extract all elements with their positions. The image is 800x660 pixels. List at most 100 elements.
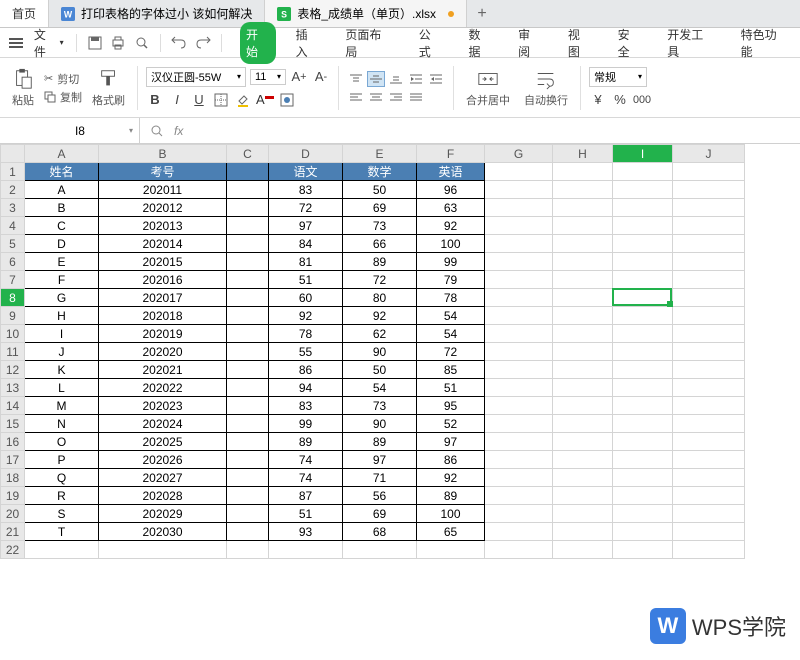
- cell-B9[interactable]: 202018: [99, 307, 227, 325]
- row-header-16[interactable]: 16: [1, 433, 25, 451]
- cell-I14[interactable]: [613, 397, 673, 415]
- cell-E21[interactable]: 68: [343, 523, 417, 541]
- cell-E10[interactable]: 62: [343, 325, 417, 343]
- menu-tab-4[interactable]: 数据: [462, 22, 498, 64]
- cell-J2[interactable]: [673, 181, 745, 199]
- cell-F13[interactable]: 51: [417, 379, 485, 397]
- cell-C19[interactable]: [227, 487, 269, 505]
- wrap-text-button[interactable]: 自动换行: [520, 68, 572, 108]
- row-header-21[interactable]: 21: [1, 523, 25, 541]
- menu-tab-3[interactable]: 公式: [413, 22, 449, 64]
- cell-H9[interactable]: [553, 307, 613, 325]
- italic-button[interactable]: I: [168, 91, 186, 109]
- cell-B12[interactable]: 202021: [99, 361, 227, 379]
- cell-D21[interactable]: 93: [269, 523, 343, 541]
- cell-G16[interactable]: [485, 433, 553, 451]
- cell-J10[interactable]: [673, 325, 745, 343]
- cell-D13[interactable]: 94: [269, 379, 343, 397]
- cell-G20[interactable]: [485, 505, 553, 523]
- cell-H21[interactable]: [553, 523, 613, 541]
- cell-C15[interactable]: [227, 415, 269, 433]
- row-header-8[interactable]: 8: [1, 289, 25, 307]
- cell-F11[interactable]: 72: [417, 343, 485, 361]
- cell-F6[interactable]: 99: [417, 253, 485, 271]
- cell-I17[interactable]: [613, 451, 673, 469]
- cell-F15[interactable]: 52: [417, 415, 485, 433]
- col-header-A[interactable]: A: [25, 145, 99, 163]
- row-header-22[interactable]: 22: [1, 541, 25, 559]
- cell-C3[interactable]: [227, 199, 269, 217]
- cell-A4[interactable]: C: [25, 217, 99, 235]
- align-right-button[interactable]: [387, 89, 405, 105]
- cell-I22[interactable]: [613, 541, 673, 559]
- cell-D17[interactable]: 74: [269, 451, 343, 469]
- cell-J19[interactable]: [673, 487, 745, 505]
- cell-J5[interactable]: [673, 235, 745, 253]
- cell-F3[interactable]: 63: [417, 199, 485, 217]
- cell-F20[interactable]: 100: [417, 505, 485, 523]
- cell-F1[interactable]: 英语: [417, 163, 485, 181]
- cell-J9[interactable]: [673, 307, 745, 325]
- cell-A9[interactable]: H: [25, 307, 99, 325]
- cell-C11[interactable]: [227, 343, 269, 361]
- cell-G10[interactable]: [485, 325, 553, 343]
- cell-H1[interactable]: [553, 163, 613, 181]
- row-header-20[interactable]: 20: [1, 505, 25, 523]
- cell-J18[interactable]: [673, 469, 745, 487]
- cell-B20[interactable]: 202029: [99, 505, 227, 523]
- save-button[interactable]: [85, 33, 105, 53]
- cell-G18[interactable]: [485, 469, 553, 487]
- cell-E1[interactable]: 数学: [343, 163, 417, 181]
- cell-E3[interactable]: 69: [343, 199, 417, 217]
- cell-F10[interactable]: 54: [417, 325, 485, 343]
- cell-J11[interactable]: [673, 343, 745, 361]
- cell-A11[interactable]: J: [25, 343, 99, 361]
- cell-C1[interactable]: [227, 163, 269, 181]
- cell-E12[interactable]: 50: [343, 361, 417, 379]
- cell-B2[interactable]: 202011: [99, 181, 227, 199]
- row-header-3[interactable]: 3: [1, 199, 25, 217]
- underline-button[interactable]: U: [190, 91, 208, 109]
- cell-G4[interactable]: [485, 217, 553, 235]
- cell-I5[interactable]: [613, 235, 673, 253]
- cell-C22[interactable]: [227, 541, 269, 559]
- cell-F21[interactable]: 65: [417, 523, 485, 541]
- row-header-2[interactable]: 2: [1, 181, 25, 199]
- cell-H15[interactable]: [553, 415, 613, 433]
- increase-indent-button[interactable]: [427, 71, 445, 87]
- cell-I20[interactable]: [613, 505, 673, 523]
- col-header-E[interactable]: E: [343, 145, 417, 163]
- cell-I2[interactable]: [613, 181, 673, 199]
- cell-I19[interactable]: [613, 487, 673, 505]
- align-center-button[interactable]: [367, 89, 385, 105]
- cell-A20[interactable]: S: [25, 505, 99, 523]
- cell-E8[interactable]: 80: [343, 289, 417, 307]
- cell-H20[interactable]: [553, 505, 613, 523]
- row-header-10[interactable]: 10: [1, 325, 25, 343]
- row-header-11[interactable]: 11: [1, 343, 25, 361]
- row-header-7[interactable]: 7: [1, 271, 25, 289]
- cell-B8[interactable]: 202017: [99, 289, 227, 307]
- cell-J17[interactable]: [673, 451, 745, 469]
- cell-G11[interactable]: [485, 343, 553, 361]
- row-header-17[interactable]: 17: [1, 451, 25, 469]
- cell-J4[interactable]: [673, 217, 745, 235]
- cell-J16[interactable]: [673, 433, 745, 451]
- cell-I12[interactable]: [613, 361, 673, 379]
- cell-A1[interactable]: 姓名: [25, 163, 99, 181]
- cell-D1[interactable]: 语文: [269, 163, 343, 181]
- cell-F19[interactable]: 89: [417, 487, 485, 505]
- cell-F8[interactable]: 78: [417, 289, 485, 307]
- cell-H17[interactable]: [553, 451, 613, 469]
- cell-A18[interactable]: Q: [25, 469, 99, 487]
- cell-D11[interactable]: 55: [269, 343, 343, 361]
- cell-D19[interactable]: 87: [269, 487, 343, 505]
- cell-B11[interactable]: 202020: [99, 343, 227, 361]
- cell-H19[interactable]: [553, 487, 613, 505]
- cell-J14[interactable]: [673, 397, 745, 415]
- cell-B1[interactable]: 考号: [99, 163, 227, 181]
- cell-D6[interactable]: 81: [269, 253, 343, 271]
- justify-button[interactable]: [407, 89, 425, 105]
- cut-button[interactable]: ✂剪切: [44, 71, 82, 87]
- cell-F12[interactable]: 85: [417, 361, 485, 379]
